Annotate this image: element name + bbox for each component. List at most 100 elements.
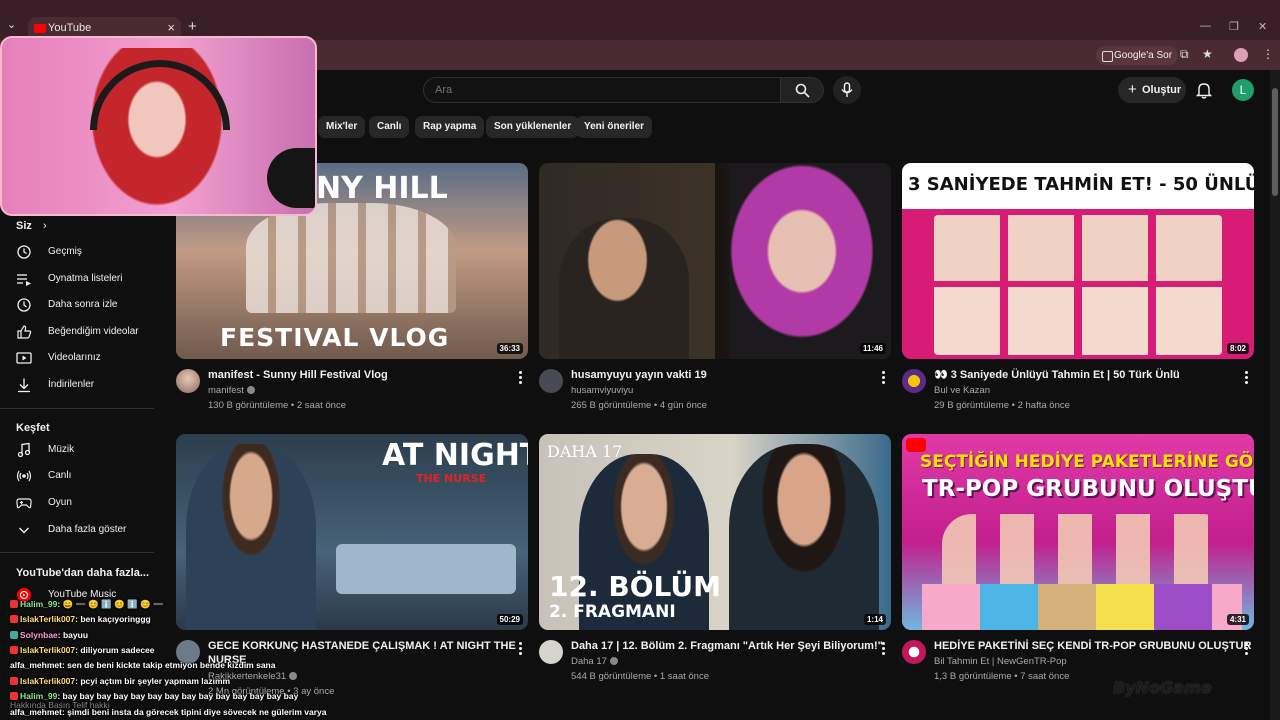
video-title[interactable]: 👀 3 Saniyede Ünlüyü Tahmin Et | 50 Türk … <box>934 368 1234 382</box>
video-title[interactable]: Daha 17 | 12. Bölüm 2. Fragmanı "Artık H… <box>571 639 883 653</box>
sidebar-item-show-more[interactable]: Daha fazla göster <box>16 521 154 541</box>
cast-icon[interactable]: ⧉ <box>1180 47 1189 62</box>
channel-name-text: manifest <box>208 385 244 396</box>
channel-name[interactable]: Bul ve Kazan <box>934 385 990 396</box>
verified-icon <box>609 657 618 665</box>
thumbnail-person <box>186 444 316 630</box>
tab-search-chevron-icon[interactable]: ⌄ <box>7 18 16 31</box>
thumbnail-person <box>729 444 879 630</box>
channel-avatar[interactable] <box>902 369 926 393</box>
sidebar-you-header[interactable]: Siz › <box>16 220 47 232</box>
sidebar-item-history[interactable]: Geçmiş <box>16 243 154 263</box>
sidebar-item-live[interactable]: Canlı <box>16 467 154 487</box>
page-scrollbar[interactable] <box>1270 70 1280 720</box>
history-icon <box>17 245 31 259</box>
video-duration: 36:33 <box>496 343 523 354</box>
more-options-icon[interactable] <box>881 642 887 656</box>
chip-live[interactable]: Canlı <box>369 116 410 138</box>
sidebar-item-your-videos[interactable]: Videolarınız <box>16 349 154 369</box>
channel-avatar[interactable] <box>539 640 563 664</box>
sidebar-item-label: İndirilenler <box>48 379 95 390</box>
channel-avatar[interactable] <box>539 369 563 393</box>
sidebar-item-watch-later[interactable]: Daha sonra izle <box>16 296 154 316</box>
sidebar-item-label: Videolarınız <box>48 352 101 363</box>
channel-name[interactable]: manifest <box>208 385 255 396</box>
thumbnail-logo-text: DAHA 17 <box>547 442 623 461</box>
scrollbar-thumb[interactable] <box>1272 88 1278 196</box>
thumbnail-figure-group <box>942 514 1232 594</box>
video-title[interactable]: husamyuyu yayın vakti 19 <box>571 368 871 382</box>
chip-rap[interactable]: Rap yapma <box>415 116 485 138</box>
chip-new-suggestions[interactable]: Yeni öneriler <box>576 116 653 138</box>
youtube-favicon-icon <box>34 24 46 33</box>
plus-icon: + <box>1128 81 1137 98</box>
thumbnail-text: AT NIGHT <box>382 438 528 473</box>
channel-name[interactable]: Daha 17 <box>571 656 618 667</box>
video-title[interactable]: HEDİYE PAKETİNİ SEÇ KENDİ TR-POP GRUBUNU… <box>934 639 1251 653</box>
sidebar-item-liked-videos[interactable]: Beğendiğim videolar <box>16 323 154 343</box>
search-input[interactable] <box>424 78 780 102</box>
sidebar-you-label: Siz <box>16 220 32 232</box>
more-options-icon[interactable] <box>518 371 524 385</box>
sidebar-item-downloads[interactable]: İndirilenler <box>16 376 154 396</box>
minimize-icon[interactable]: — <box>1200 20 1211 32</box>
video-thumbnail[interactable]: DAHA 17 12. BÖLÜM 2. FRAGMANI 1:14 <box>539 434 891 630</box>
search-box[interactable] <box>423 77 781 103</box>
sidebar-item-label: Beğendiğim videolar <box>48 326 139 337</box>
live-icon <box>16 470 32 482</box>
video-meta: 1,3 B görüntüleme • 7 saat önce <box>934 671 1070 682</box>
thumbnail-text: NY HILL <box>316 171 448 206</box>
new-tab-icon[interactable]: + <box>188 18 197 35</box>
video-meta: 130 B görüntüleme • 2 saat önce <box>208 400 347 411</box>
tab-close-icon[interactable]: × <box>167 20 175 35</box>
streamer-webcam <box>0 36 317 216</box>
more-options-icon[interactable] <box>518 642 524 656</box>
thumbnail-text: FESTIVAL VLOG <box>220 323 450 352</box>
video-thumbnail[interactable]: 3 SANİYEDE TAHMİN ET! - 50 ÜNLÜ 8:02 <box>902 163 1254 359</box>
sidebar-item-music[interactable]: Müzik <box>16 441 154 461</box>
thumbnail-face-grid <box>934 215 1222 355</box>
account-avatar[interactable]: L <box>1232 79 1254 101</box>
more-options-icon[interactable] <box>1244 371 1250 385</box>
chat-text: : pcyi açtım bir şeyler yapmam lazımm <box>75 676 231 686</box>
chip-mixes[interactable]: Mix'ler <box>318 116 366 138</box>
more-options-icon[interactable] <box>881 371 887 385</box>
microphone-icon <box>841 82 853 97</box>
thumbnail-text: TR-POP GRUBUNU OLUŞTUR <box>922 476 1254 502</box>
like-icon <box>17 325 32 339</box>
window-close-icon[interactable]: ✕ <box>1258 20 1267 33</box>
video-meta: 29 B görüntüleme • 2 hafta önce <box>934 400 1070 411</box>
browser-menu-icon[interactable]: ⋮ <box>1262 47 1274 61</box>
chip-recently-uploaded[interactable]: Son yüklenenler <box>486 116 580 138</box>
create-button[interactable]: + Oluştur <box>1118 77 1186 103</box>
google-sor-button[interactable]: Google'a Sor <box>1096 46 1179 65</box>
restore-icon[interactable]: ❐ <box>1229 20 1239 33</box>
chat-username: alfa_mehmet <box>10 707 62 717</box>
browser-tab-bar: ⌄ YouTube × + — ❐ ✕ <box>0 0 1280 40</box>
channel-avatar[interactable] <box>176 369 200 393</box>
sidebar-item-playlists[interactable]: Oynatma listeleri <box>16 270 154 290</box>
sidebar-item-label: Geçmiş <box>48 246 82 257</box>
browser-profile-avatar[interactable] <box>1234 48 1248 62</box>
gaming-icon <box>16 498 32 509</box>
video-duration: 1:14 <box>863 614 886 625</box>
video-thumbnail[interactable]: AT NIGHT THE NURSE 50:29 <box>176 434 528 630</box>
tab-title: YouTube <box>48 22 92 34</box>
channel-avatar[interactable] <box>902 640 926 664</box>
video-thumbnail[interactable]: SEÇTİĞİN HEDİYE PAKETLERİNE GÖRE TR-POP … <box>902 434 1254 630</box>
chat-username: IslakTerlik007 <box>20 676 76 686</box>
channel-name[interactable]: husamviyuviyu <box>571 385 633 396</box>
video-thumbnail[interactable]: 11:46 <box>539 163 891 359</box>
channel-name[interactable]: Bil Tahmin Et | NewGenTR-Pop <box>934 656 1067 667</box>
youtube-logo-icon <box>906 438 926 452</box>
video-title[interactable]: manifest - Sunny Hill Festival Vlog <box>208 368 508 382</box>
chat-message: alfa_mehmet: sen de beni kickte takip et… <box>10 660 275 670</box>
channel-name-text: Daha 17 <box>571 656 607 667</box>
thumbnail-person <box>729 163 891 359</box>
voice-search-button[interactable] <box>833 76 861 104</box>
more-options-icon[interactable] <box>1244 642 1250 656</box>
search-button[interactable] <box>781 77 824 103</box>
bookmark-star-icon[interactable]: ★ <box>1202 47 1213 61</box>
notifications-bell-icon[interactable] <box>1196 81 1212 99</box>
sidebar-item-gaming[interactable]: Oyun <box>16 494 154 514</box>
